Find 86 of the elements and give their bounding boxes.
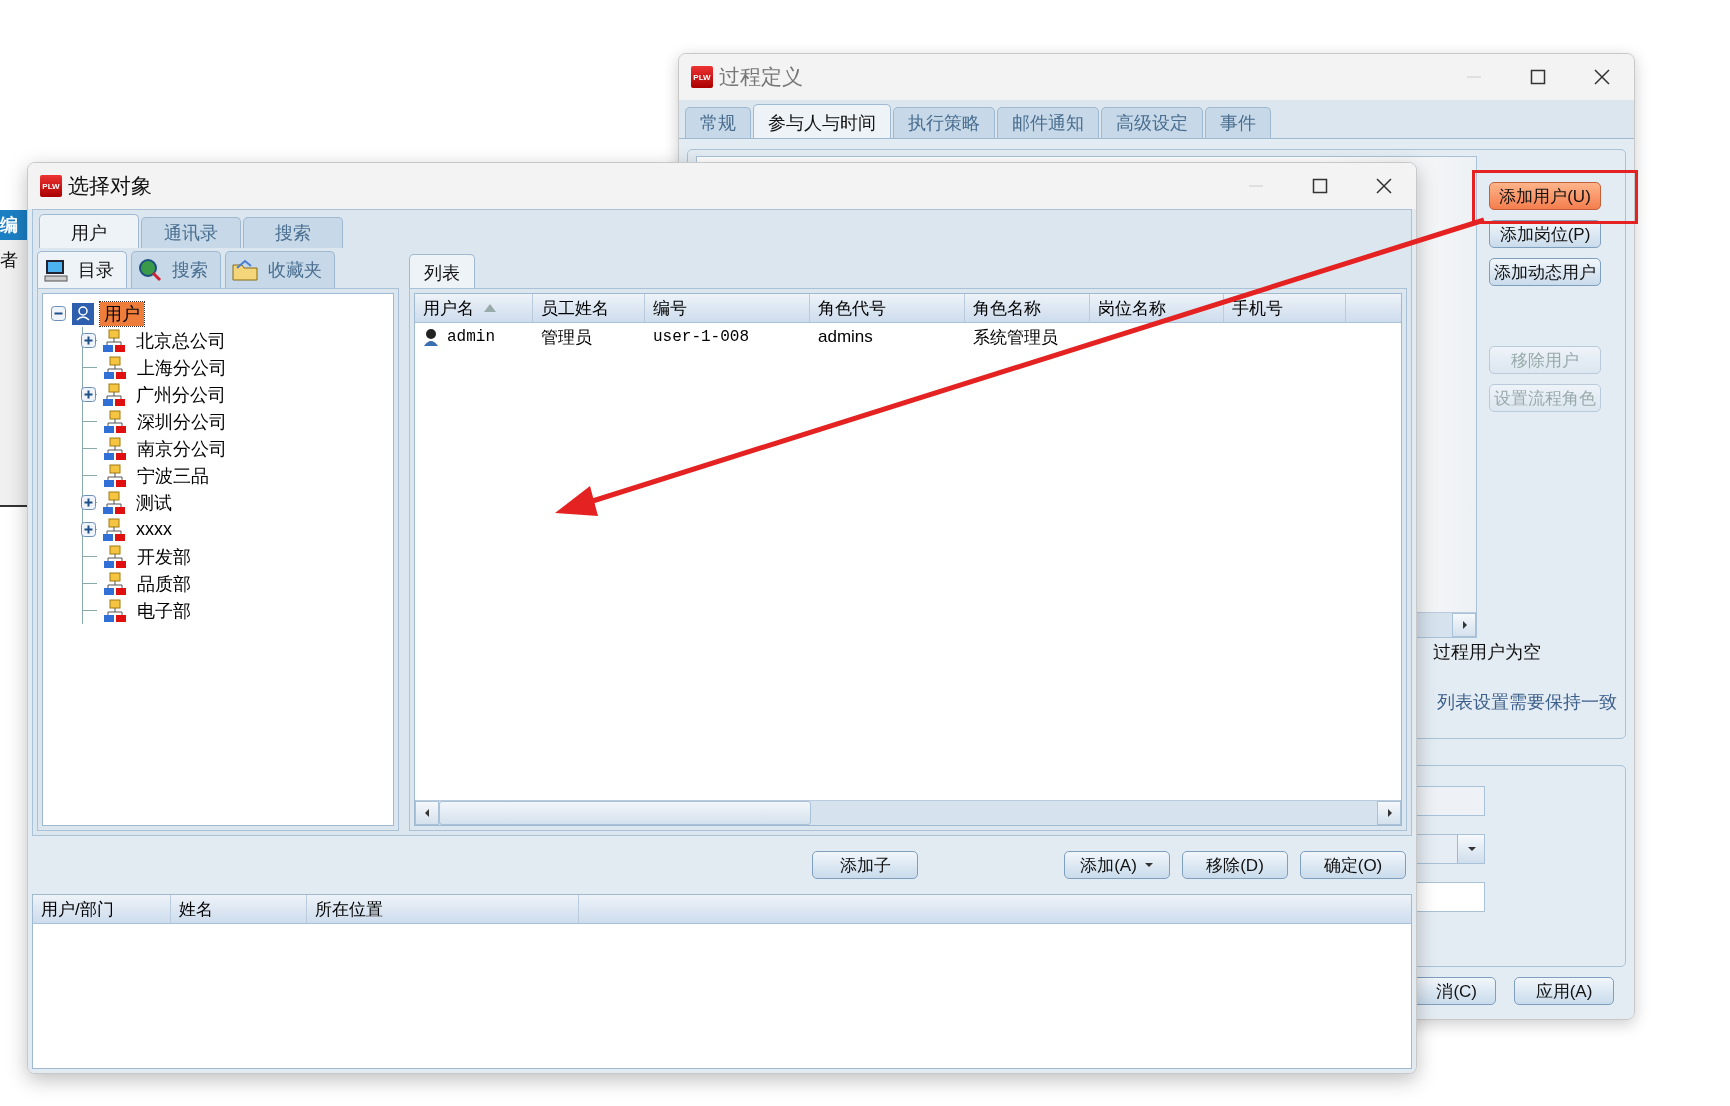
- tree-item[interactable]: 用户: [100, 301, 144, 326]
- maximize-icon[interactable]: [1530, 69, 1546, 85]
- apply-button[interactable]: 应用(A): [1514, 977, 1614, 1005]
- tab[interactable]: 高级设定: [1101, 107, 1203, 138]
- window-title: 选择对象: [68, 173, 153, 199]
- column-header[interactable]: 所在位置: [307, 895, 579, 923]
- column-header[interactable]: 岗位名称: [1090, 294, 1224, 322]
- tree-item[interactable]: 电子部: [137, 598, 191, 623]
- tab[interactable]: 搜索: [243, 217, 343, 248]
- action-button[interactable]: 移除(D): [1182, 851, 1288, 879]
- tree-item[interactable]: 品质部: [137, 571, 191, 596]
- tab[interactable]: 邮件通知: [997, 107, 1099, 138]
- column-header[interactable]: 用户名: [415, 294, 533, 322]
- tree-item[interactable]: 深圳分公司: [137, 409, 227, 434]
- tab[interactable]: 常规: [685, 107, 751, 138]
- maximize-icon[interactable]: [1312, 178, 1328, 194]
- tab[interactable]: 执行策略: [893, 107, 995, 138]
- side-button[interactable]: 添加用户(U): [1489, 182, 1601, 210]
- tree-item[interactable]: xxxx: [136, 519, 172, 540]
- column-header[interactable]: 编号: [645, 294, 810, 322]
- table-cell: admin: [415, 323, 533, 351]
- sort-ascending-icon: [484, 304, 496, 312]
- side-button[interactable]: 添加岗位(P): [1489, 220, 1601, 248]
- close-icon[interactable]: [1594, 69, 1610, 85]
- tree-item[interactable]: 南京分公司: [137, 436, 227, 461]
- org-icon: [103, 571, 127, 596]
- tree-item[interactable]: 广州分公司: [136, 382, 226, 407]
- tab[interactable]: 列表: [409, 254, 475, 288]
- computer-icon: [44, 258, 68, 282]
- app-logo: PLW: [40, 175, 62, 197]
- collapse-icon[interactable]: [51, 306, 66, 321]
- tab[interactable]: 参与人与时间: [753, 104, 891, 138]
- column-header[interactable]: 角色名称: [965, 294, 1090, 322]
- scrollbar-thumb[interactable]: [439, 801, 811, 825]
- scroll-right-button[interactable]: [1377, 801, 1401, 825]
- column-header[interactable]: 角色代号: [810, 294, 965, 322]
- org-icon: [103, 463, 127, 488]
- tab[interactable]: 用户: [39, 214, 139, 248]
- action-button[interactable]: 确定(O): [1300, 851, 1406, 879]
- table-cell-text: 管理员: [540, 326, 593, 349]
- tree-item[interactable]: 宁波三品: [137, 463, 209, 488]
- org-icon: [103, 355, 127, 380]
- action-button[interactable]: 添加(A): [1064, 851, 1170, 879]
- window-title: 过程定义: [719, 64, 804, 90]
- user-avatar-icon: [423, 328, 439, 346]
- table-cell-text: admins: [817, 326, 874, 348]
- scroll-right-button[interactable]: [1452, 613, 1476, 637]
- tab[interactable]: 收藏夹: [225, 251, 335, 288]
- column-header[interactable]: 用户/部门: [33, 895, 171, 923]
- org-icon: [103, 436, 127, 461]
- label-text: 者: [0, 249, 19, 272]
- window-header: 编: [0, 210, 28, 240]
- expand-icon[interactable]: [81, 333, 96, 348]
- org-icon: [103, 409, 127, 434]
- expand-icon[interactable]: [81, 495, 96, 510]
- tab[interactable]: 通讯录: [141, 217, 241, 248]
- tab[interactable]: 搜索: [131, 251, 221, 288]
- org-icon: [102, 490, 126, 515]
- folder-icon: [232, 259, 258, 281]
- tree-item[interactable]: 开发部: [137, 544, 191, 569]
- table-cell-text: user-1-008: [652, 327, 750, 348]
- table-cell-text: 系统管理员: [972, 326, 1059, 349]
- org-icon: [102, 328, 126, 353]
- column-header[interactable]: 姓名: [171, 895, 307, 923]
- note-text: 列表设置需要保持一致: [1437, 691, 1617, 714]
- scrollbar[interactable]: [415, 800, 1401, 825]
- note-text: 过程用户为空: [1433, 641, 1541, 664]
- column-header[interactable]: 员工姓名: [533, 294, 645, 322]
- close-icon[interactable]: [1376, 178, 1392, 194]
- side-button[interactable]: 添加动态用户: [1489, 258, 1601, 286]
- app-logo: PLW: [691, 66, 713, 88]
- table-row[interactable]: admin 管理员 user-1-008 admins 系统管理员: [415, 323, 1401, 351]
- action-button[interactable]: 添加子: [812, 851, 918, 879]
- tree-item[interactable]: 北京总公司: [136, 328, 226, 353]
- tab[interactable]: 事件: [1205, 107, 1271, 138]
- scroll-left-button[interactable]: [415, 801, 439, 825]
- column-header[interactable]: 手机号: [1224, 294, 1346, 322]
- tree-item[interactable]: 上海分公司: [137, 355, 227, 380]
- expand-icon[interactable]: [81, 387, 96, 402]
- org-icon: [102, 382, 126, 407]
- expand-icon[interactable]: [81, 522, 96, 537]
- org-icon: [103, 544, 127, 569]
- tab[interactable]: 目录: [37, 251, 127, 288]
- tree-item[interactable]: 测试: [136, 490, 172, 515]
- org-icon: [103, 598, 127, 623]
- org-icon: [102, 517, 126, 542]
